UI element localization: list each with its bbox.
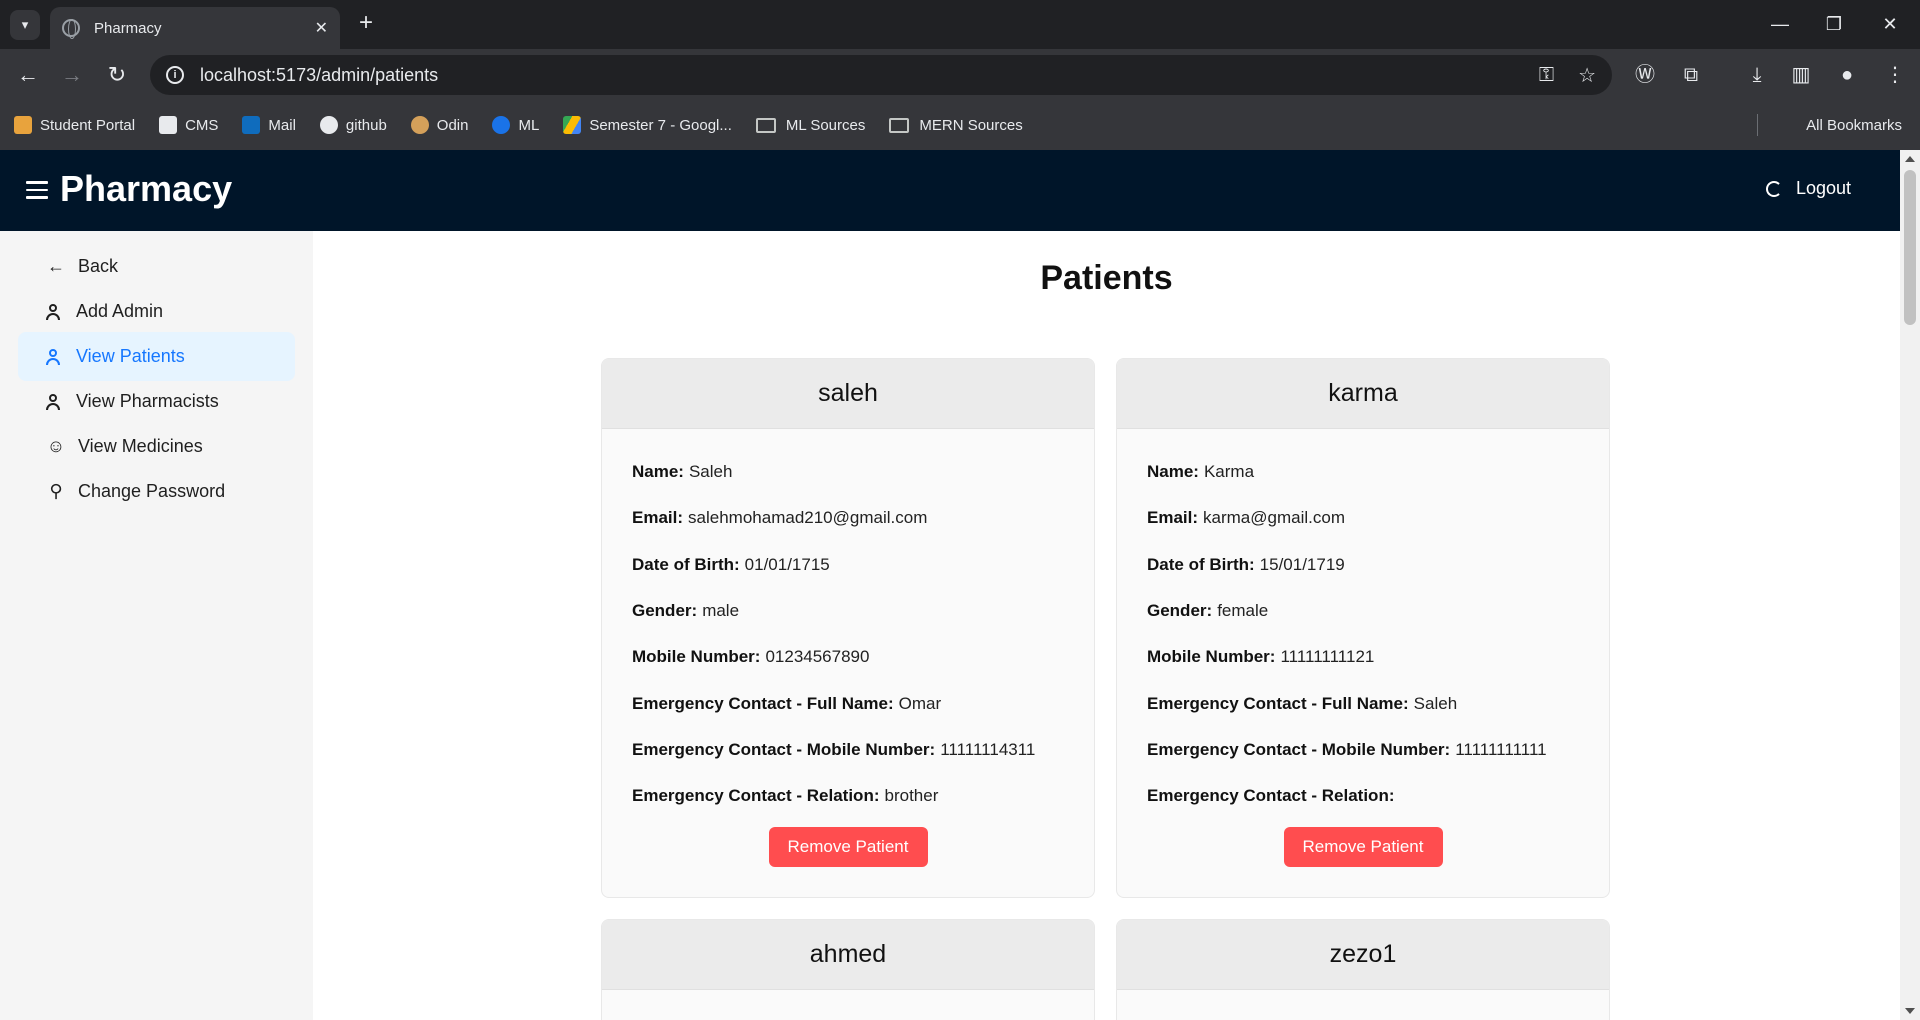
outlook-icon [242,116,261,134]
app: Pharmacy Logout ← Back Add Admin View Pa… [0,150,1900,1020]
github-icon [319,116,338,134]
patient-card-title: saleh [602,359,1094,429]
field-mobile: Mobile Number: 11111111121 [1147,647,1375,667]
drive-icon [563,116,582,134]
scrollbar-thumb[interactable] [1904,170,1916,325]
browser-tabbar: ▾ Pharmacy ✕ + — ❐ ✕ [0,0,1920,49]
tab-title: Pharmacy [94,19,162,37]
close-icon[interactable]: ✕ [315,18,328,38]
browser-toolbar: ← → ↻ i localhost:5173/admin/patients ⚿ … [0,49,1920,100]
bookmark-student-portal[interactable]: Student Portal [14,116,135,134]
url-text: localhost:5173/admin/patients [200,64,439,85]
field-email: Email: salehmohamad210@gmail.com [632,508,928,528]
restore-button[interactable]: ❐ [1806,0,1862,49]
patient-card-title: karma [1117,359,1609,429]
bookmark-ml[interactable]: ML [492,116,539,134]
field-gender: Gender: male [632,601,740,621]
field-email: Email: karma@gmail.com [1147,508,1345,528]
bookmark-cms[interactable]: CMS [159,116,218,134]
sidebar-item-view-patients[interactable]: View Patients [18,332,295,381]
sidebar-item-change-password[interactable]: ⚲ Change Password [18,467,295,516]
patient-card-title: ahmed [602,920,1094,990]
bookmark-mail[interactable]: Mail [242,116,296,134]
profile-avatar[interactable]: ● [1834,62,1860,88]
main-content: Patients saleh Name: Saleh Email: salehmoh… [313,231,1900,1020]
new-tab-button[interactable]: + [352,10,380,38]
bookmarks-divider [1757,114,1758,136]
download-icon[interactable]: ⤓ [1744,62,1770,88]
side-panel-icon[interactable]: ▥ [1788,62,1814,88]
tab-search-button[interactable]: ▾ [10,10,40,40]
browser-tab[interactable]: Pharmacy ✕ [50,7,340,49]
arrow-left-icon: ← [47,256,65,276]
sidebar: ← Back Add Admin View Patients View Phar… [0,231,313,1020]
logout-button[interactable]: Logout [1766,178,1851,199]
logout-icon [1766,180,1782,197]
message-icon: ☺ [46,436,66,456]
sidebar-item-add-admin[interactable]: Add Admin [18,287,295,336]
field-ec-name: Emergency Contact - Full Name: Omar [632,693,942,713]
field-dob: Date of Birth: 01/01/1715 [632,554,830,574]
all-bookmarks-button[interactable]: All Bookmarks [1806,100,1902,150]
bookmark-semester-7[interactable]: Semester 7 - Googl... [563,116,732,134]
star-icon[interactable]: ☆ [1578,63,1596,88]
password-key-icon[interactable]: ⚿ [1539,64,1554,87]
user-icon [46,348,60,365]
scroll-down-icon[interactable] [1905,1008,1915,1014]
extension-w-icon[interactable]: Ⓦ [1632,62,1658,88]
sidebar-item-back[interactable]: ← Back [18,242,295,291]
field-ec-name: Emergency Contact - Full Name: Saleh [1147,693,1458,713]
hamburger-menu-icon[interactable] [26,181,48,199]
back-nav-button[interactable]: ← [14,61,42,89]
bookmark-icon [159,116,178,134]
field-name: Name: Karma [1147,462,1255,482]
field-dob: Date of Birth: 15/01/1719 [1147,554,1345,574]
patient-card: karma Name: Karma Email: karma@gmail.com D… [1116,358,1610,898]
remove-patient-button[interactable]: Remove Patient [768,827,928,868]
odin-icon [410,116,429,134]
folder-icon [889,117,910,133]
close-window-button[interactable]: ✕ [1862,0,1918,49]
field-ec-relation: Emergency Contact - Relation: brother [632,786,939,806]
field-mobile: Mobile Number: 01234567890 [632,647,870,667]
globe-icon [62,19,80,39]
field-name: Name: Saleh [632,462,733,482]
extensions-icon[interactable]: ⧉ [1678,62,1704,88]
bookmark-odin[interactable]: Odin [410,116,468,134]
scroll-up-icon[interactable] [1905,156,1915,162]
field-ec-mobile: Emergency Contact - Mobile Number: 111111… [632,739,1036,759]
sidebar-item-view-medicines[interactable]: ☺ View Medicines [18,422,295,471]
coursera-icon [492,116,511,134]
patient-card: saleh Name: Saleh Email: salehmohamad210@g… [601,358,1095,898]
user-icon [46,393,60,410]
menu-kebab-icon[interactable]: ⋮ [1882,62,1908,88]
app-header: Pharmacy Logout [0,150,1900,231]
bookmark-ml-sources[interactable]: ML Sources [755,117,865,134]
remove-patient-button[interactable]: Remove Patient [1283,827,1443,868]
patient-card: ahmed [601,919,1095,1020]
bookmarks-bar: Student Portal CMS Mail github Odin ML S… [0,100,1920,150]
patient-card: zezo1 [1116,919,1610,1020]
address-bar[interactable]: i localhost:5173/admin/patients ⚿ ☆ [150,55,1612,95]
forward-nav-button[interactable]: → [58,61,86,89]
reload-button[interactable]: ↻ [103,61,131,89]
site-info-icon[interactable]: i [166,66,184,84]
bookmark-mern-sources[interactable]: MERN Sources [889,117,1023,134]
folder-icon [755,117,776,133]
app-title: Pharmacy [60,168,233,209]
sidebar-item-view-pharmacists[interactable]: View Pharmacists [18,377,295,426]
bookmark-icon [14,116,32,134]
key-icon: ⚲ [49,481,63,501]
patient-card-title: zezo1 [1117,920,1609,990]
page-title: Patients [1040,259,1173,297]
page-scrollbar[interactable] [1900,150,1920,1020]
bookmark-github[interactable]: github [319,116,387,134]
field-ec-mobile: Emergency Contact - Mobile Number: 111111… [1147,739,1547,759]
user-icon [46,303,60,320]
field-gender: Gender: female [1147,601,1269,621]
field-ec-relation: Emergency Contact - Relation: [1147,786,1395,806]
minimize-button[interactable]: — [1752,0,1808,49]
